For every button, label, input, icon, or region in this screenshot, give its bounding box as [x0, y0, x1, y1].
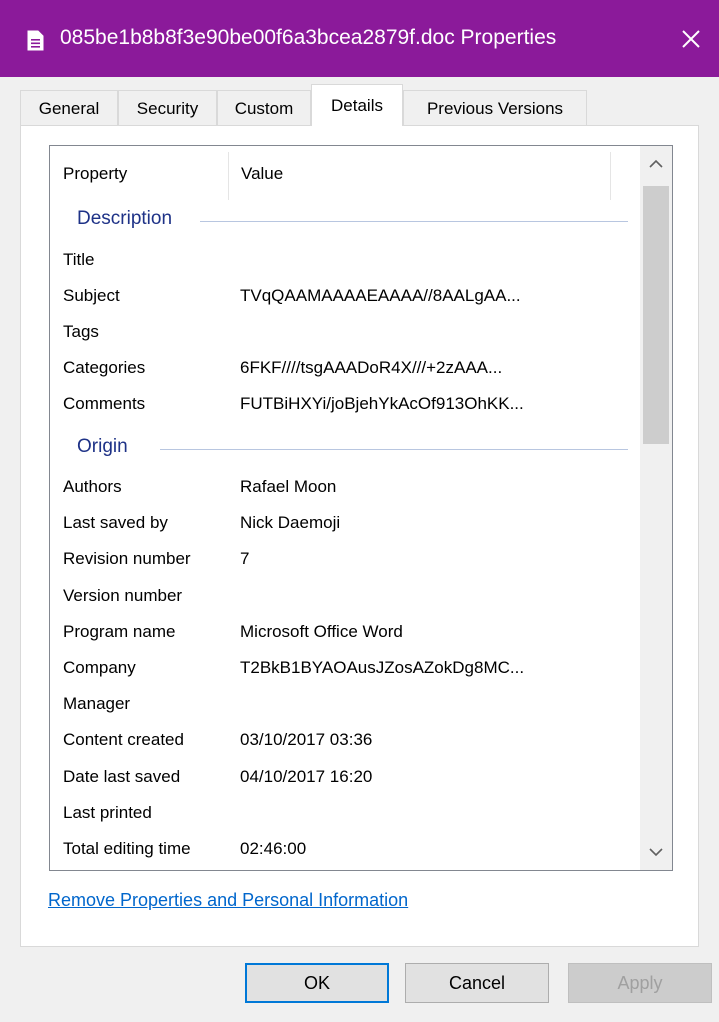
property-row[interactable]: Tags [50, 314, 640, 350]
property-name: Categories [63, 358, 146, 377]
property-value[interactable]: T2BkB1BYAOAusJZosAZokDg8MC... [240, 658, 524, 678]
property-name: Comments [63, 394, 146, 413]
property-name: Authors [63, 477, 122, 496]
property-name: Last saved by [63, 513, 168, 533]
property-name: Date last saved [63, 766, 181, 786]
remove-properties-link[interactable]: Remove Properties and Personal Informati… [48, 890, 408, 911]
tab-general[interactable]: General [20, 90, 118, 126]
tab-custom[interactable]: Custom [217, 90, 311, 126]
property-name: Title [63, 250, 95, 269]
title-bar: 085be1b8b8f3e90be00f6a3bcea2879f.doc Pro… [0, 0, 719, 77]
column-header: Property Value [50, 146, 640, 202]
vertical-scrollbar[interactable] [640, 146, 672, 870]
column-header-value[interactable]: Value [228, 146, 608, 202]
close-button[interactable] [663, 0, 719, 77]
details-panel: Property Value Description Title Subject T… [20, 125, 699, 947]
tab-details[interactable]: Details [311, 84, 403, 126]
ok-button[interactable]: OK [245, 963, 389, 1003]
close-icon [682, 29, 700, 48]
property-value[interactable]: 6FKF////tsgAAADoR4X///+2zAAA... [240, 358, 502, 378]
cancel-button[interactable]: Cancel [405, 963, 549, 1003]
apply-button[interactable]: Apply [568, 963, 712, 1003]
property-row[interactable]: Manager [50, 686, 640, 722]
property-row[interactable]: Total editing time 02:46:00 [50, 831, 640, 867]
property-value[interactable]: 02:46:00 [240, 839, 306, 859]
property-row[interactable]: Program name Microsoft Office Word [50, 614, 640, 650]
chevron-up-icon [649, 159, 663, 168]
property-value[interactable]: Rafael Moon [240, 477, 336, 497]
document-icon [27, 30, 44, 51]
property-row[interactable]: Date last saved 04/10/2017 16:20 [50, 759, 640, 795]
property-value[interactable]: 03/10/2017 03:36 [240, 730, 372, 750]
property-row[interactable]: Authors Rafael Moon [50, 469, 640, 505]
property-name: Version number [63, 585, 183, 605]
property-name: Program name [63, 621, 176, 641]
property-row[interactable]: Content created 03/10/2017 03:36 [50, 722, 640, 758]
property-row[interactable]: Revision number 7 [50, 541, 640, 577]
property-name: Company [63, 658, 136, 677]
property-row[interactable]: Categories 6FKF////tsgAAADoR4X///+2zAAA..… [50, 350, 640, 386]
property-value[interactable]: 04/10/2017 16:20 [240, 767, 372, 787]
property-name: Total editing time [63, 839, 191, 858]
group-label-origin: Origin [77, 436, 135, 458]
scroll-thumb[interactable] [643, 186, 669, 444]
property-row[interactable]: Last saved by Nick Daemoji [50, 505, 640, 541]
tab-security[interactable]: Security [118, 90, 217, 126]
property-value[interactable]: Nick Daemoji [240, 513, 340, 533]
property-value[interactable]: Microsoft Office Word [240, 622, 403, 642]
group-description: Description [50, 204, 640, 238]
window-title: 085be1b8b8f3e90be00f6a3bcea2879f.doc Pro… [60, 26, 557, 49]
property-name: Tags [63, 322, 99, 341]
group-divider [160, 449, 628, 450]
property-name: Content created [63, 730, 184, 750]
properties-list[interactable]: Property Value Description Title Subject T… [49, 145, 673, 871]
property-row[interactable]: Last printed [50, 795, 640, 831]
property-name: Manager [63, 694, 131, 714]
scroll-down-button[interactable] [640, 834, 672, 870]
column-divider[interactable] [610, 152, 611, 200]
column-header-property[interactable]: Property [50, 146, 228, 202]
property-row[interactable]: Comments FUTBiHXYi/joBjehYkAcOf913OhKK... [50, 386, 640, 422]
group-divider [200, 221, 628, 222]
property-row[interactable]: Company T2BkB1BYAOAusJZosAZokDg8MC... [50, 650, 640, 686]
property-name: Revision number [63, 549, 191, 569]
chevron-down-icon [649, 848, 663, 857]
property-row[interactable]: Title [50, 242, 640, 278]
scroll-up-button[interactable] [640, 146, 672, 182]
property-name: Last printed [63, 802, 152, 822]
property-name: Subject [63, 286, 120, 305]
property-value[interactable]: FUTBiHXYi/joBjehYkAcOf913OhKK... [240, 394, 524, 414]
property-value[interactable]: TVqQAAMAAAAEAAAA//8AALgAA... [240, 286, 521, 306]
group-origin: Origin [50, 432, 640, 466]
tab-previous-versions[interactable]: Previous Versions [403, 90, 587, 126]
property-row[interactable]: Subject TVqQAAMAAAAEAAAA//8AALgAA... [50, 278, 640, 314]
property-row[interactable]: Version number [50, 578, 640, 614]
group-label-description: Description [77, 208, 180, 230]
property-value[interactable]: 7 [240, 549, 249, 569]
